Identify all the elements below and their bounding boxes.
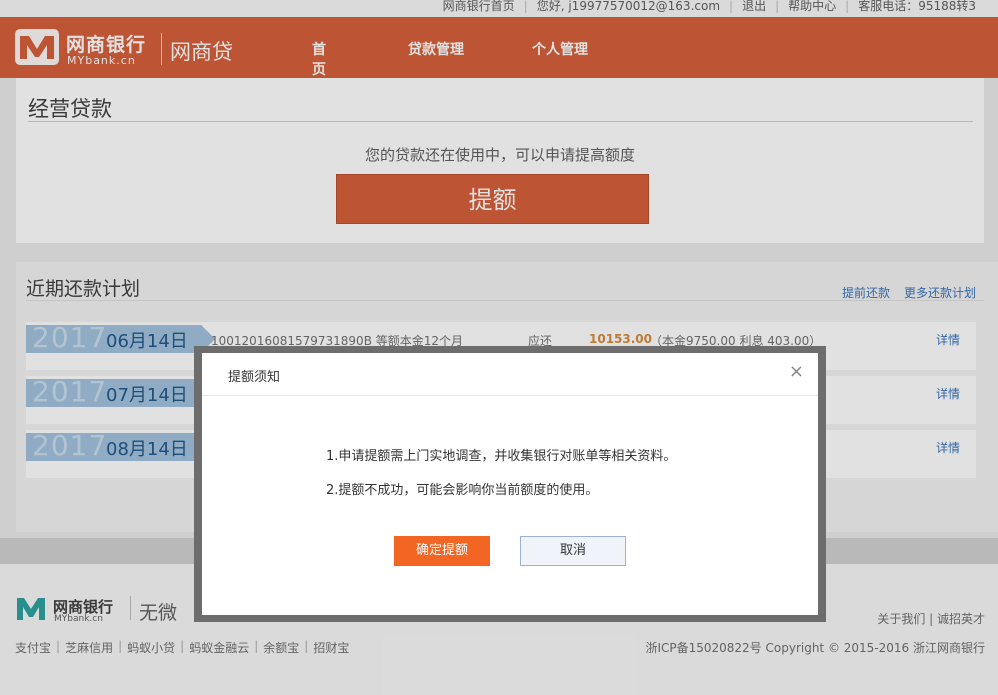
date-month-day: 08月14日 (106, 439, 188, 460)
confirm-raise-button[interactable]: 确定提额 (394, 536, 490, 566)
notice-line-2: 2.提额不成功，可能会影响你当前额度的使用。 (326, 483, 599, 498)
close-icon[interactable]: × (789, 362, 804, 382)
date-month-day: 06月14日 (106, 331, 188, 352)
notice-line-1: 1.申请提额需上门实地调查，并收集银行对账单等相关资料。 (326, 449, 677, 464)
raise-limit-notice-dialog: 提额须知 × 1.申请提额需上门实地调查，并收集银行对账单等相关资料。 2.提额… (202, 353, 818, 615)
dialog-header: 提额须知 × (202, 353, 818, 396)
cancel-button[interactable]: 取消 (520, 536, 626, 566)
dialog-title: 提额须知 (228, 370, 281, 385)
date-month-day: 07月14日 (106, 385, 188, 406)
